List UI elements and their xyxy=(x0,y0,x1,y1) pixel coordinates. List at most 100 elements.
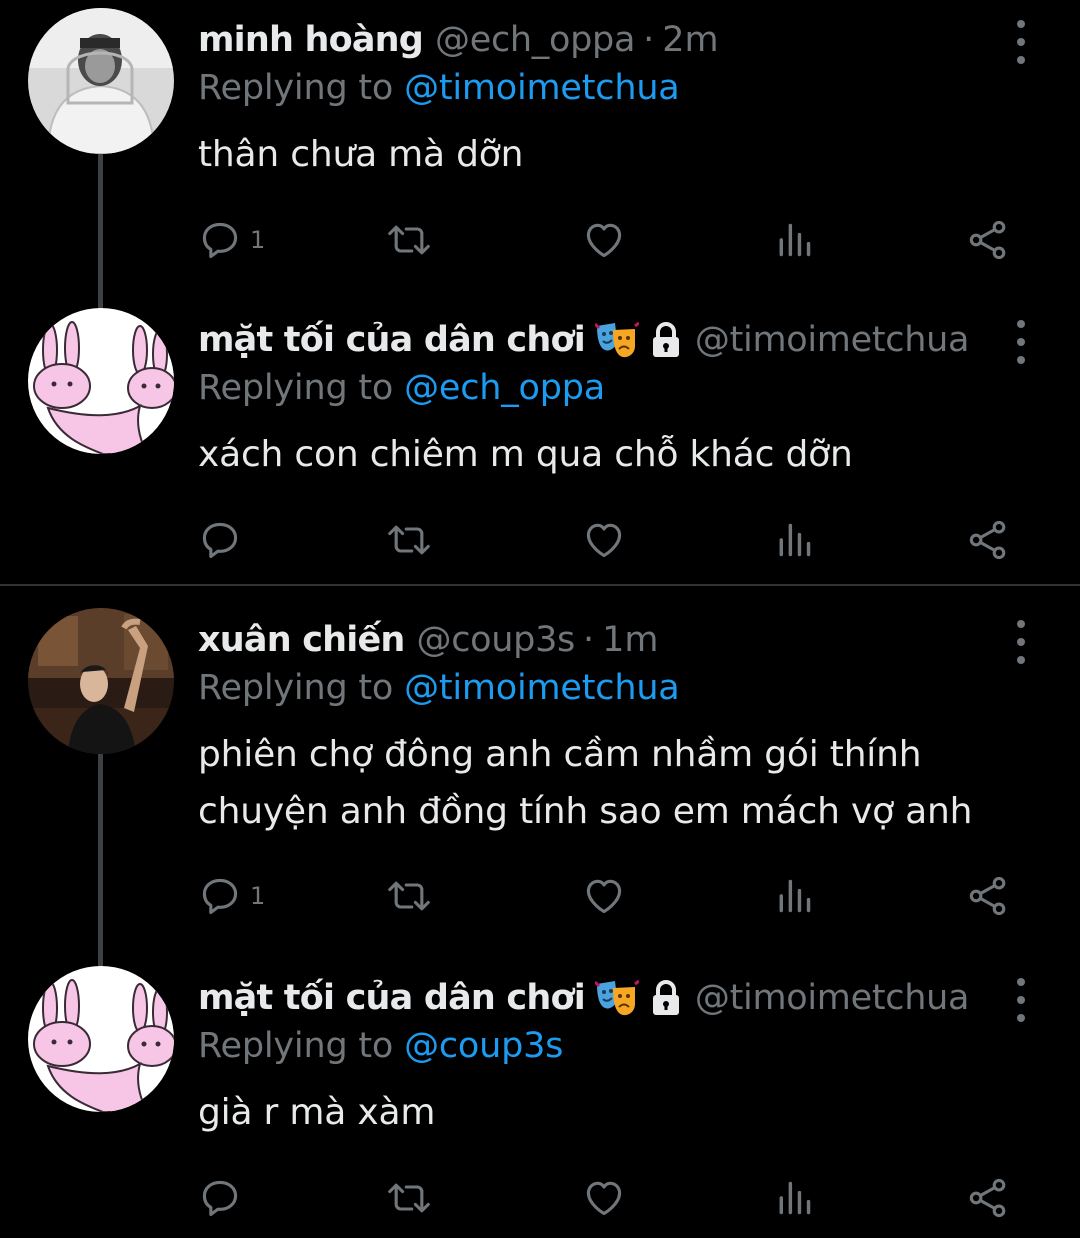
more-options-icon[interactable] xyxy=(1010,620,1032,664)
replying-to-label: Replying to xyxy=(198,1026,394,1066)
views-icon xyxy=(779,879,811,913)
retweet-icon xyxy=(388,225,430,255)
timestamp[interactable]: 2m xyxy=(662,20,718,60)
more-options-icon[interactable] xyxy=(1010,320,1032,364)
replying-to-label: Replying to xyxy=(198,668,394,708)
display-name[interactable]: mặt tối của dân chơi xyxy=(198,320,586,360)
tweet-text-line: già r mà xàm xyxy=(198,1092,436,1133)
more-options-icon[interactable] xyxy=(1010,978,1032,1022)
mention-link[interactable]: @timoimetchua xyxy=(404,68,680,108)
action-bar xyxy=(198,510,1020,570)
replying-to: Replying to @coup3s xyxy=(198,1026,563,1066)
share-icon xyxy=(969,1178,1006,1218)
reply-count: 1 xyxy=(250,882,266,910)
action-bar xyxy=(198,1168,1020,1228)
lock-icon xyxy=(649,980,683,1016)
tweet-text: xách con chiêm m qua chỗ khác dỡn xyxy=(198,426,853,483)
like-button[interactable] xyxy=(582,510,626,570)
views-icon xyxy=(779,523,811,557)
reply-button[interactable]: 1 xyxy=(198,210,265,270)
retweet-button[interactable] xyxy=(384,866,434,926)
tweet-text: phiên chợ đông anh cầm nhầm gói thính ch… xyxy=(198,726,972,840)
tweet-header: mặt tối của dân chơi @timoimetchua · ... xyxy=(198,966,970,1030)
tweet-text: già r mà xàm xyxy=(198,1084,435,1141)
like-button[interactable] xyxy=(582,210,626,270)
reply-icon xyxy=(202,1180,238,1217)
avatar-pink-bunnies-image xyxy=(28,966,174,1112)
more-options-icon[interactable] xyxy=(1010,20,1032,64)
tweet-text-line: thân chưa mà dỡn xyxy=(198,134,524,175)
handle[interactable]: @timoimetchua xyxy=(695,978,969,1018)
tweet-header: mặt tối của dân chơi @timoimetchua · ... xyxy=(198,308,970,372)
replying-to-label: Replying to xyxy=(198,68,394,108)
handle[interactable]: @ech_oppa xyxy=(435,20,635,60)
share-icon xyxy=(969,876,1006,916)
lock-icon xyxy=(649,322,683,358)
timestamp[interactable]: 1m xyxy=(602,620,658,660)
like-button[interactable] xyxy=(582,866,626,926)
replying-to: Replying to @ech_oppa xyxy=(198,368,605,408)
retweet-icon xyxy=(388,881,430,911)
replying-to: Replying to @timoimetchua xyxy=(198,668,680,708)
handle[interactable]: @coup3s xyxy=(417,620,576,660)
action-bar: 1 xyxy=(198,866,1020,926)
performing-arts-emoji xyxy=(594,978,639,1018)
views-button[interactable] xyxy=(774,866,814,926)
share-icon xyxy=(969,520,1006,560)
share-icon xyxy=(969,220,1006,260)
thread-line xyxy=(98,754,103,968)
tweet-3[interactable]: xuân chiến @coup3s · 1m Replying to @tim… xyxy=(0,608,1080,968)
tweet-1[interactable]: minh hoàng @ech_oppa · 2m Replying to @t… xyxy=(0,8,1080,310)
display-name[interactable]: mặt tối của dân chơi xyxy=(198,978,586,1018)
views-button[interactable] xyxy=(774,1168,814,1228)
tweet-text-line: xách con chiêm m qua chỗ khác dỡn xyxy=(198,434,853,475)
tweet-header: minh hoàng @ech_oppa · 2m xyxy=(198,8,970,72)
separator: · xyxy=(643,20,655,60)
like-icon xyxy=(586,523,622,558)
retweet-icon xyxy=(388,1183,430,1213)
avatar[interactable] xyxy=(28,308,174,454)
tweet-text: thân chưa mà dỡn xyxy=(198,126,523,183)
share-button[interactable] xyxy=(966,510,1010,570)
avatar[interactable] xyxy=(28,966,174,1112)
mention-link[interactable]: @ech_oppa xyxy=(404,368,605,408)
views-icon xyxy=(779,223,811,257)
avatar[interactable] xyxy=(28,608,174,754)
tweet-2[interactable]: mặt tối của dân chơi @timoimetchua · ...… xyxy=(0,308,1080,584)
thread-divider xyxy=(0,584,1080,586)
performing-arts-emoji xyxy=(594,320,639,360)
handle[interactable]: @timoimetchua xyxy=(695,320,969,360)
mention-link[interactable]: @timoimetchua xyxy=(404,668,680,708)
avatar-person-hoodie-image xyxy=(28,8,174,154)
reply-icon xyxy=(202,522,238,559)
tweet-4[interactable]: mặt tối của dân chơi @timoimetchua · ...… xyxy=(0,966,1080,1238)
reply-button[interactable] xyxy=(198,1168,250,1228)
replying-to: Replying to @timoimetchua xyxy=(198,68,680,108)
like-button[interactable] xyxy=(582,1168,626,1228)
mention-link[interactable]: @coup3s xyxy=(404,1026,563,1066)
reply-button[interactable] xyxy=(198,510,250,570)
retweet-button[interactable] xyxy=(384,510,434,570)
display-name[interactable]: xuân chiến xyxy=(198,620,405,660)
share-button[interactable] xyxy=(966,866,1010,926)
tweet-header: xuân chiến @coup3s · 1m xyxy=(198,608,970,672)
retweet-button[interactable] xyxy=(384,210,434,270)
share-button[interactable] xyxy=(966,210,1010,270)
separator: · xyxy=(583,620,595,660)
display-name[interactable]: minh hoàng xyxy=(198,20,424,60)
action-bar: 1 xyxy=(198,210,1020,270)
reply-icon xyxy=(202,878,238,915)
like-icon xyxy=(586,879,622,914)
share-button[interactable] xyxy=(966,1168,1010,1228)
avatar[interactable] xyxy=(28,8,174,154)
views-button[interactable] xyxy=(774,210,814,270)
avatar-person-dark-photo-image xyxy=(28,608,174,754)
replying-to-label: Replying to xyxy=(198,368,394,408)
like-icon xyxy=(586,1181,622,1216)
tweet-text-line: chuyện anh đồng tính sao em mách vợ anh xyxy=(198,791,973,832)
views-icon xyxy=(779,1181,811,1215)
views-button[interactable] xyxy=(774,510,814,570)
retweet-button[interactable] xyxy=(384,1168,434,1228)
avatar-pink-bunnies-image xyxy=(28,308,174,454)
reply-button[interactable]: 1 xyxy=(198,866,265,926)
